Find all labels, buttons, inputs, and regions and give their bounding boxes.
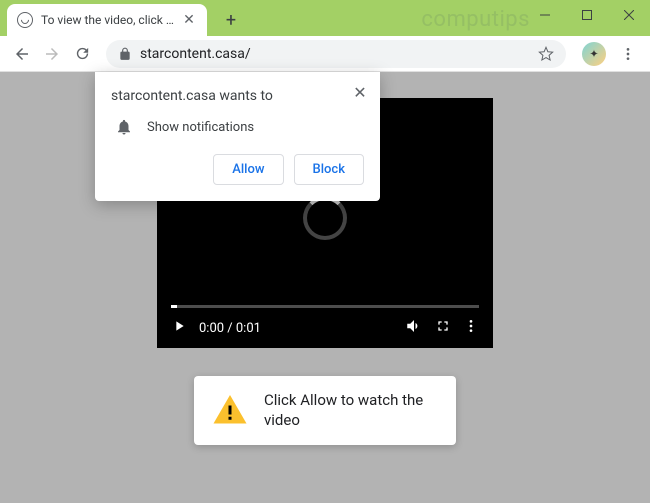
globe-icon (17, 12, 33, 28)
forward-button[interactable] (38, 40, 66, 68)
notification-permission-dialog: ✕ starcontent.casa wants to Show notific… (95, 72, 380, 201)
address-bar[interactable]: starcontent.casa/ (106, 40, 566, 68)
play-button[interactable] (171, 318, 187, 338)
browser-tab[interactable]: To view the video, click the Allow ✕ (7, 4, 207, 36)
page-content: ✕ starcontent.casa wants to Show notific… (0, 72, 650, 503)
maximize-button[interactable] (566, 0, 608, 30)
url-text: starcontent.casa/ (140, 46, 538, 62)
scam-message-box: Click Allow to watch the video (194, 376, 456, 445)
browser-toolbar: starcontent.casa/ (0, 36, 650, 72)
lock-icon (118, 47, 132, 61)
back-button[interactable] (8, 40, 36, 68)
close-tab-icon[interactable]: ✕ (181, 12, 197, 28)
volume-icon[interactable] (405, 317, 423, 339)
warning-icon (212, 392, 248, 428)
titlebar: To view the video, click the Allow ✕ + c… (0, 0, 650, 36)
profile-avatar[interactable] (582, 42, 606, 66)
loading-spinner-icon (303, 196, 347, 240)
bookmark-star-icon[interactable] (538, 46, 554, 62)
video-controls: 0:00 / 0:01 (157, 308, 493, 348)
watermark-text: computips (421, 7, 530, 32)
close-icon[interactable]: ✕ (350, 82, 370, 102)
close-window-button[interactable] (608, 0, 650, 30)
tab-title: To view the video, click the Allow (41, 13, 177, 27)
permission-row: Show notifications (111, 118, 364, 136)
scam-message-text: Click Allow to watch the video (264, 390, 438, 431)
browser-menu-button[interactable] (614, 40, 642, 68)
permission-label: Show notifications (147, 120, 254, 135)
reload-button[interactable] (68, 40, 96, 68)
permission-origin: starcontent.casa wants to (111, 88, 364, 104)
fullscreen-icon[interactable] (435, 318, 451, 338)
video-time-display: 0:00 / 0:01 (199, 321, 393, 336)
video-menu-icon[interactable] (463, 318, 479, 338)
allow-button[interactable]: Allow (213, 154, 283, 185)
new-tab-button[interactable]: + (217, 6, 245, 34)
minimize-button[interactable] (524, 0, 566, 30)
bell-icon (115, 118, 133, 136)
permission-buttons: Allow Block (111, 154, 364, 185)
block-button[interactable]: Block (294, 154, 364, 185)
window-controls (524, 0, 650, 30)
